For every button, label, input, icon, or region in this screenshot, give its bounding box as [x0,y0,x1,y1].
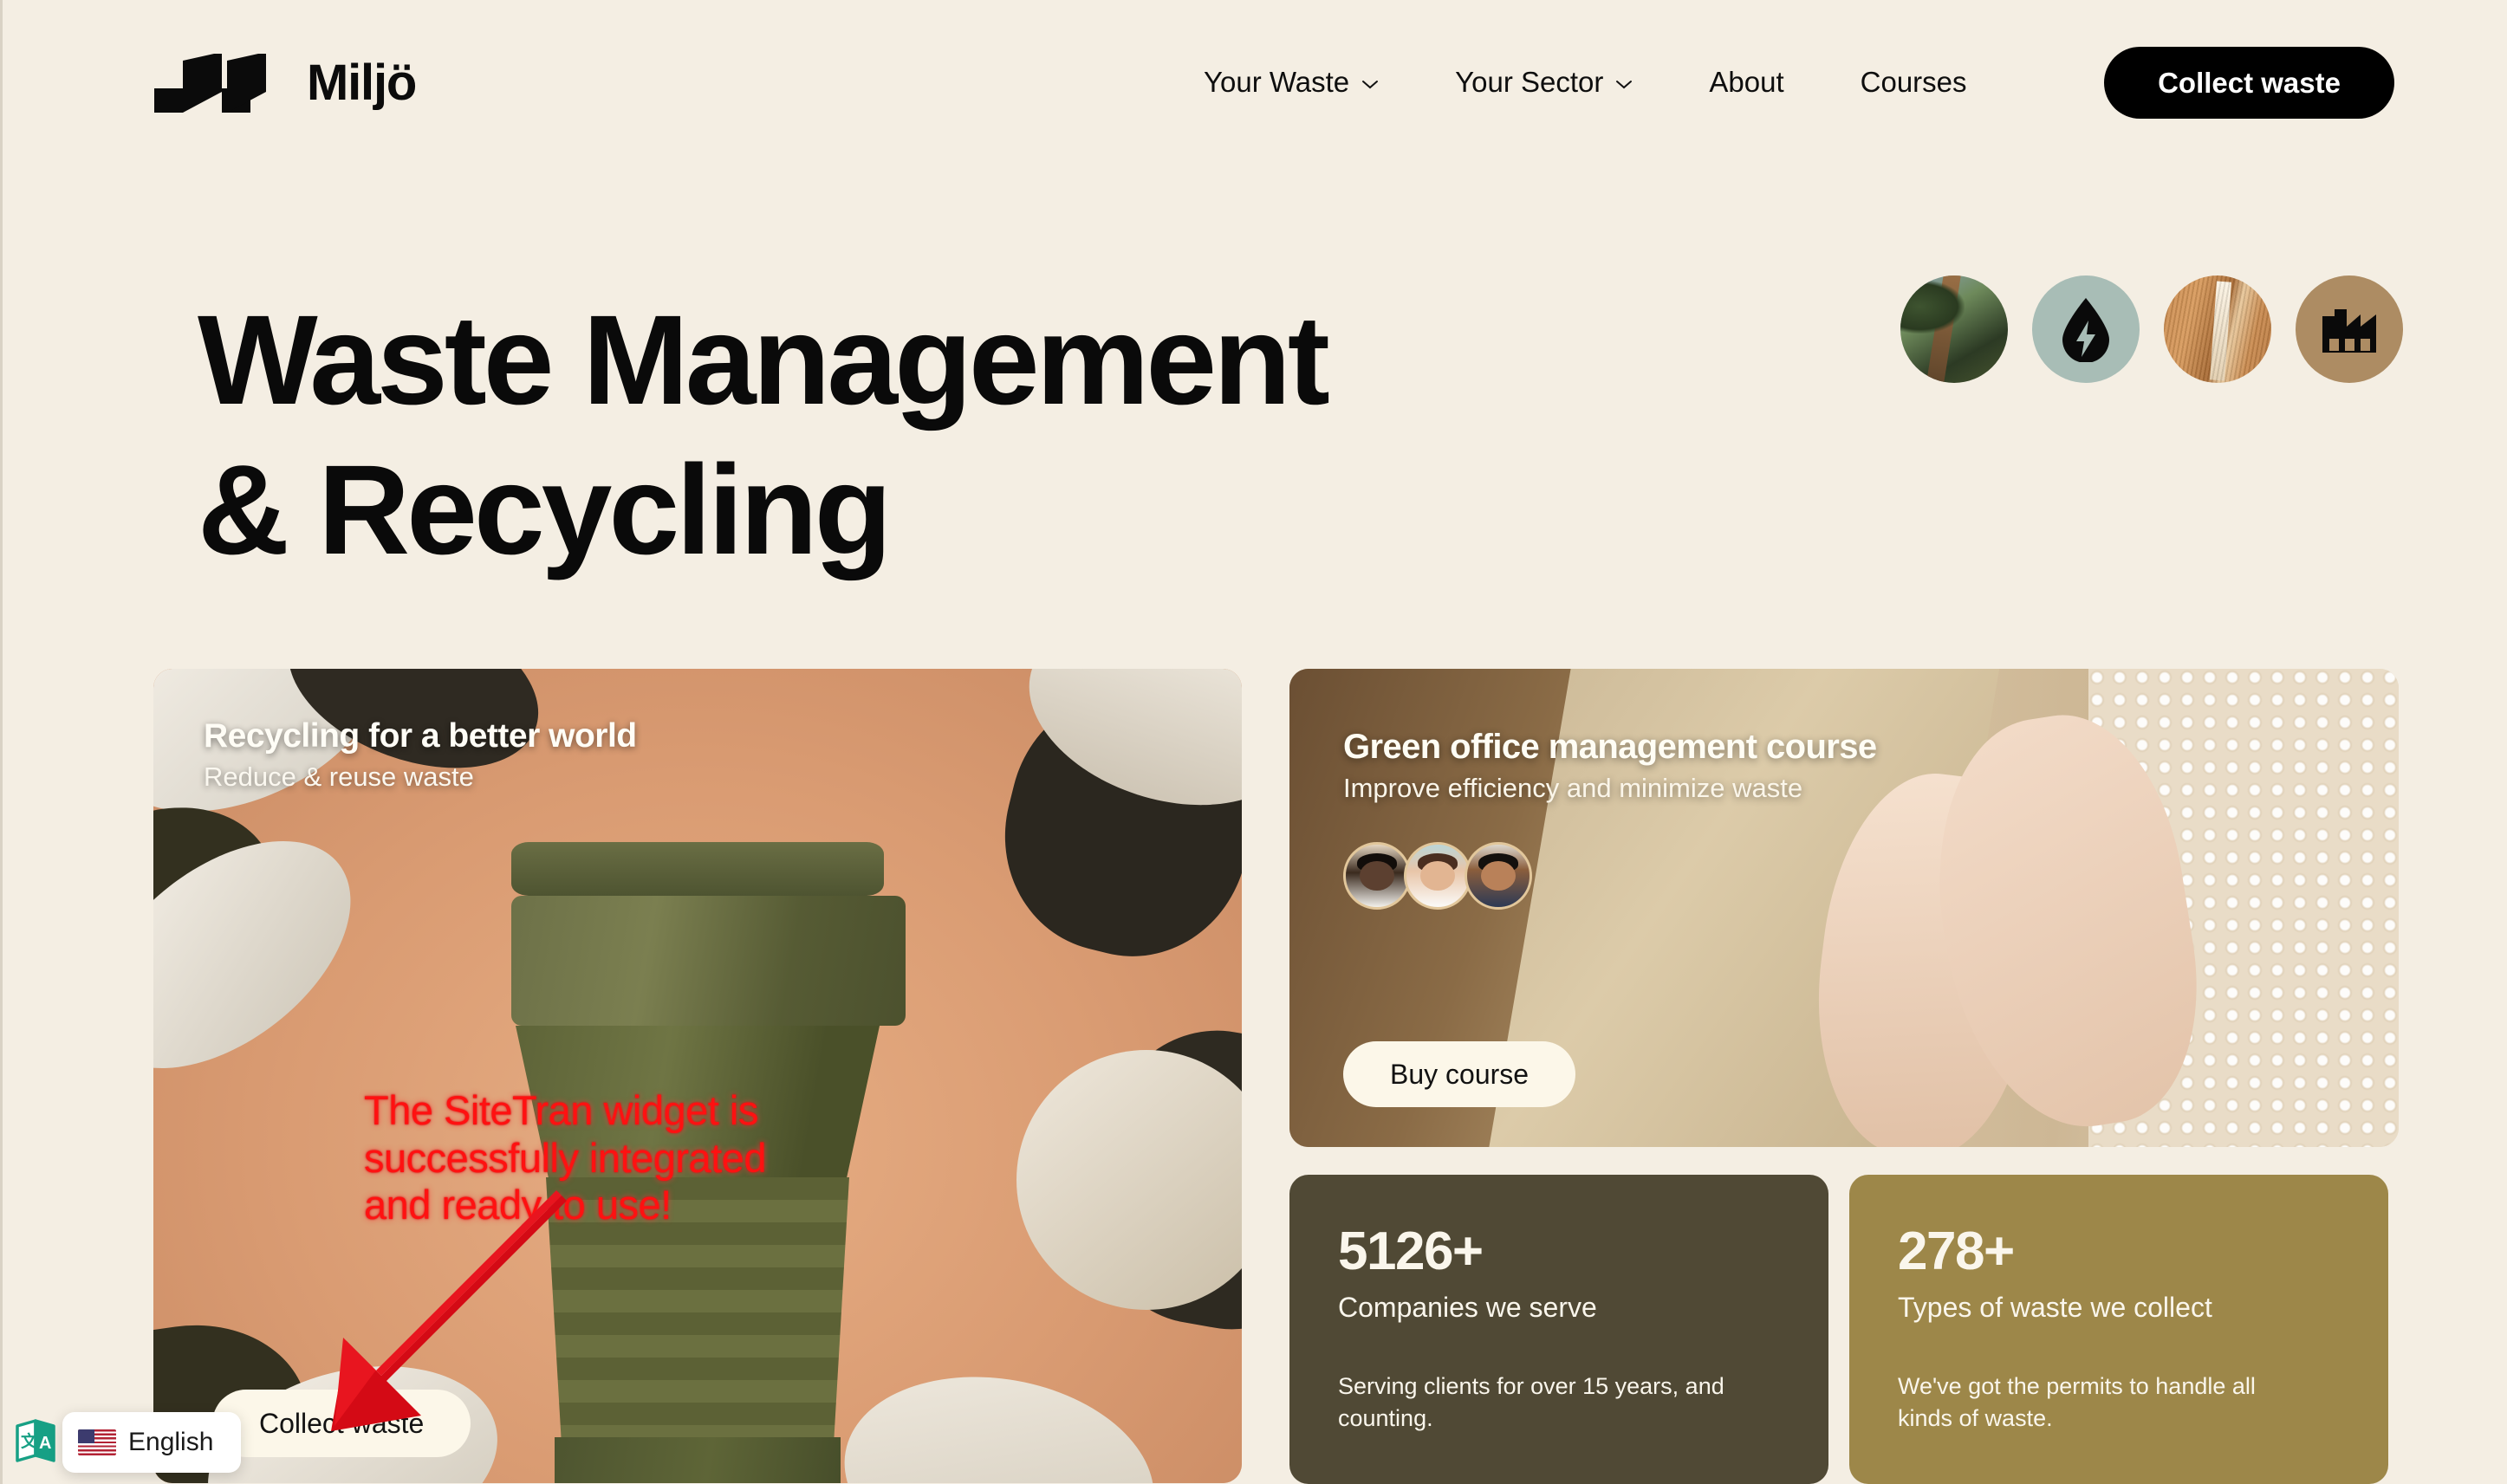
language-selector[interactable]: English [62,1412,244,1473]
page-root: Miljö Your Waste Your Sector About Cours… [0,0,2507,1484]
page-title: Waste Management & Recycling [198,286,1330,586]
miljo-zigzag-logo-icon [154,54,266,113]
stat-description: We've got the permits to handle all kind… [1898,1373,2256,1432]
course-card-title: Green office management course [1343,728,1877,766]
nav-item-label: Courses [1860,66,1967,98]
nav-item-courses[interactable]: Courses [1822,57,2005,107]
course-avatar-group [1343,842,1532,910]
energy-drop-badge[interactable] [2032,275,2140,383]
viewport-left-border [0,0,3,1484]
avatar [1404,842,1471,910]
nav-item-label: Your Sector [1455,66,1604,98]
nav-item-about[interactable]: About [1671,57,1822,107]
stat-label: Companies we serve [1338,1292,1597,1324]
recycle-card-title: Recycling for a better world [204,717,637,755]
stat-card-waste-types: 278+ Types of waste we collect We've got… [1849,1175,2388,1484]
course-card-text: Green office management course Improve e… [1343,728,1877,804]
nav-item-your-waste[interactable]: Your Waste [1166,57,1417,107]
nav-item-your-sector[interactable]: Your Sector [1417,57,1671,107]
stat-value: 5126+ [1338,1222,1484,1281]
site-header: Miljö Your Waste Your Sector About Cours… [0,0,2507,170]
avatar [1465,842,1532,910]
water-drop-bolt-icon [2062,298,2109,362]
google-translate-icon[interactable]: 文 A [14,1417,62,1462]
stat-label: Types of waste we collect [1898,1292,2212,1324]
nav-item-label: About [1709,66,1784,98]
header-collect-waste-button[interactable]: Collect waste [2104,47,2394,119]
course-promo-card[interactable]: Green office management course Improve e… [1289,669,2399,1147]
red-arrow-annotation-icon [331,1190,567,1431]
stat-value: 278+ [1898,1222,2015,1281]
factory-icon [2322,309,2376,353]
tree-photo-badge[interactable] [1900,275,2008,383]
chevron-down-icon [1361,79,1379,89]
svg-text:文: 文 [21,1431,38,1451]
buy-course-button[interactable]: Buy course [1343,1041,1576,1107]
factory-badge[interactable] [2296,275,2403,383]
brand-name: Miljö [307,55,417,111]
svg-text:A: A [39,1434,51,1453]
recycle-card-subtitle: Reduce & reuse waste [204,761,474,792]
hero-title-line-2: & Recycling [198,439,892,582]
hero-title-line-1: Waste Management [198,289,1330,431]
nav-item-label: Your Waste [1204,66,1350,98]
chevron-down-icon [1615,79,1633,89]
cardboard-photo-badge[interactable] [2164,275,2271,383]
brand-logo-link[interactable]: Miljö [154,54,417,113]
recycle-card-text: Recycling for a better world Reduce & re… [204,717,637,793]
avatar [1343,842,1411,910]
us-flag-icon [78,1429,116,1455]
stat-card-companies: 5126+ Companies we serve Serving clients… [1289,1175,1828,1484]
stat-description: Serving clients for over 15 years, and c… [1338,1373,1724,1432]
hero-badge-row [1900,275,2403,383]
course-card-subtitle: Improve efficiency and minimize waste [1343,773,1803,803]
primary-nav: Your Waste Your Sector About Courses [1166,57,2005,107]
language-selector-label: English [128,1428,214,1456]
